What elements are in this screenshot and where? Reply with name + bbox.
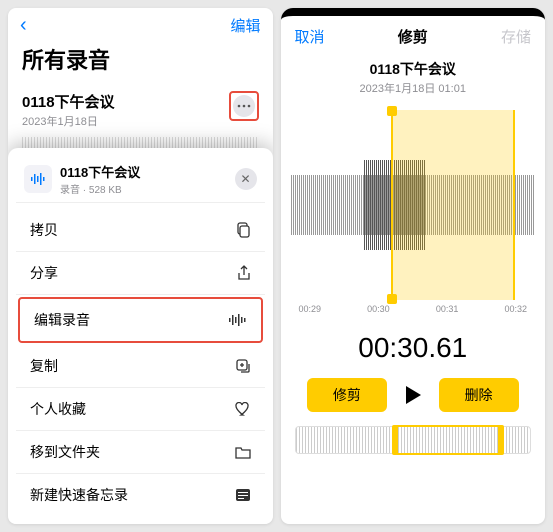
note-icon	[235, 488, 251, 502]
action-menu: 拷贝 分享 编辑录音 复制 个人收藏 移到文件夹	[16, 209, 265, 516]
menu-share[interactable]: 分享	[16, 252, 265, 295]
cancel-button[interactable]: 取消	[295, 26, 325, 47]
tick: 00:29	[299, 304, 322, 314]
trim-selection[interactable]	[391, 110, 516, 300]
menu-favorite[interactable]: 个人收藏	[16, 388, 265, 431]
save-button[interactable]: 存储	[501, 26, 531, 47]
menu-label: 移到文件夹	[30, 442, 100, 462]
trim-controls: 修剪 删除	[281, 378, 546, 412]
edit-button[interactable]: 编辑	[230, 15, 260, 36]
waveform-editor[interactable]	[281, 110, 546, 300]
delete-button[interactable]: 删除	[439, 378, 519, 412]
scrubber-selection[interactable]	[394, 425, 502, 455]
play-button[interactable]	[404, 385, 422, 405]
menu-label: 编辑录音	[34, 310, 90, 330]
page-title: 所有录音	[8, 43, 273, 83]
trim-rec-date: 2023年1月18日 01:01	[281, 80, 546, 96]
more-button[interactable]	[233, 95, 255, 117]
folder-icon	[235, 446, 251, 459]
back-icon[interactable]: ‹	[20, 14, 27, 37]
sheet-title: 0118下午会议	[60, 162, 140, 181]
menu-duplicate[interactable]: 复制	[16, 345, 265, 388]
tick: 00:30	[367, 304, 390, 314]
recording-date: 2023年1月18日	[22, 113, 115, 129]
menu-label: 拷贝	[30, 220, 58, 240]
timeline-ticks: 00:29 00:30 00:31 00:32	[281, 300, 546, 318]
waveform-icon	[24, 165, 52, 193]
trim-screen: 取消 修剪 存储 0118下午会议 2023年1月18日 01:01 00:29…	[281, 8, 546, 524]
menu-label: 复制	[30, 356, 58, 376]
voice-memos-list-screen: ‹ 编辑 所有录音 0118下午会议 2023年1月18日 0:00 -1:02	[8, 8, 273, 524]
highlight-more	[229, 91, 259, 121]
menu-move-folder[interactable]: 移到文件夹	[16, 431, 265, 474]
menu-edit-recording[interactable]: 编辑录音	[18, 297, 263, 343]
menu-new-memo[interactable]: 新建快速备忘录	[16, 474, 265, 516]
trim-rec-name: 0118下午会议	[281, 59, 546, 79]
duplicate-icon	[235, 358, 251, 374]
share-icon	[237, 265, 251, 281]
scrubber[interactable]	[295, 426, 532, 454]
tick: 00:32	[504, 304, 527, 314]
action-sheet: 0118下午会议 录音 · 528 KB ✕ 拷贝 分享 编辑录音 复制	[8, 148, 273, 524]
menu-label: 新建快速备忘录	[30, 485, 128, 505]
waveform-icon	[229, 314, 247, 326]
trim-title: 修剪	[398, 26, 428, 47]
header: ‹ 编辑	[8, 8, 273, 43]
menu-label: 个人收藏	[30, 399, 86, 419]
current-time: 00:30.61	[281, 332, 546, 364]
heart-icon	[235, 402, 251, 416]
recording-name: 0118下午会议	[22, 91, 115, 112]
tick: 00:31	[436, 304, 459, 314]
trim-button[interactable]: 修剪	[307, 378, 387, 412]
copy-icon	[235, 222, 251, 238]
menu-copy[interactable]: 拷贝	[16, 209, 265, 252]
sheet-subtitle: 录音 · 528 KB	[60, 181, 140, 196]
trim-header: 取消 修剪 存储	[281, 16, 546, 57]
menu-label: 分享	[30, 263, 58, 283]
close-button[interactable]: ✕	[235, 168, 257, 190]
